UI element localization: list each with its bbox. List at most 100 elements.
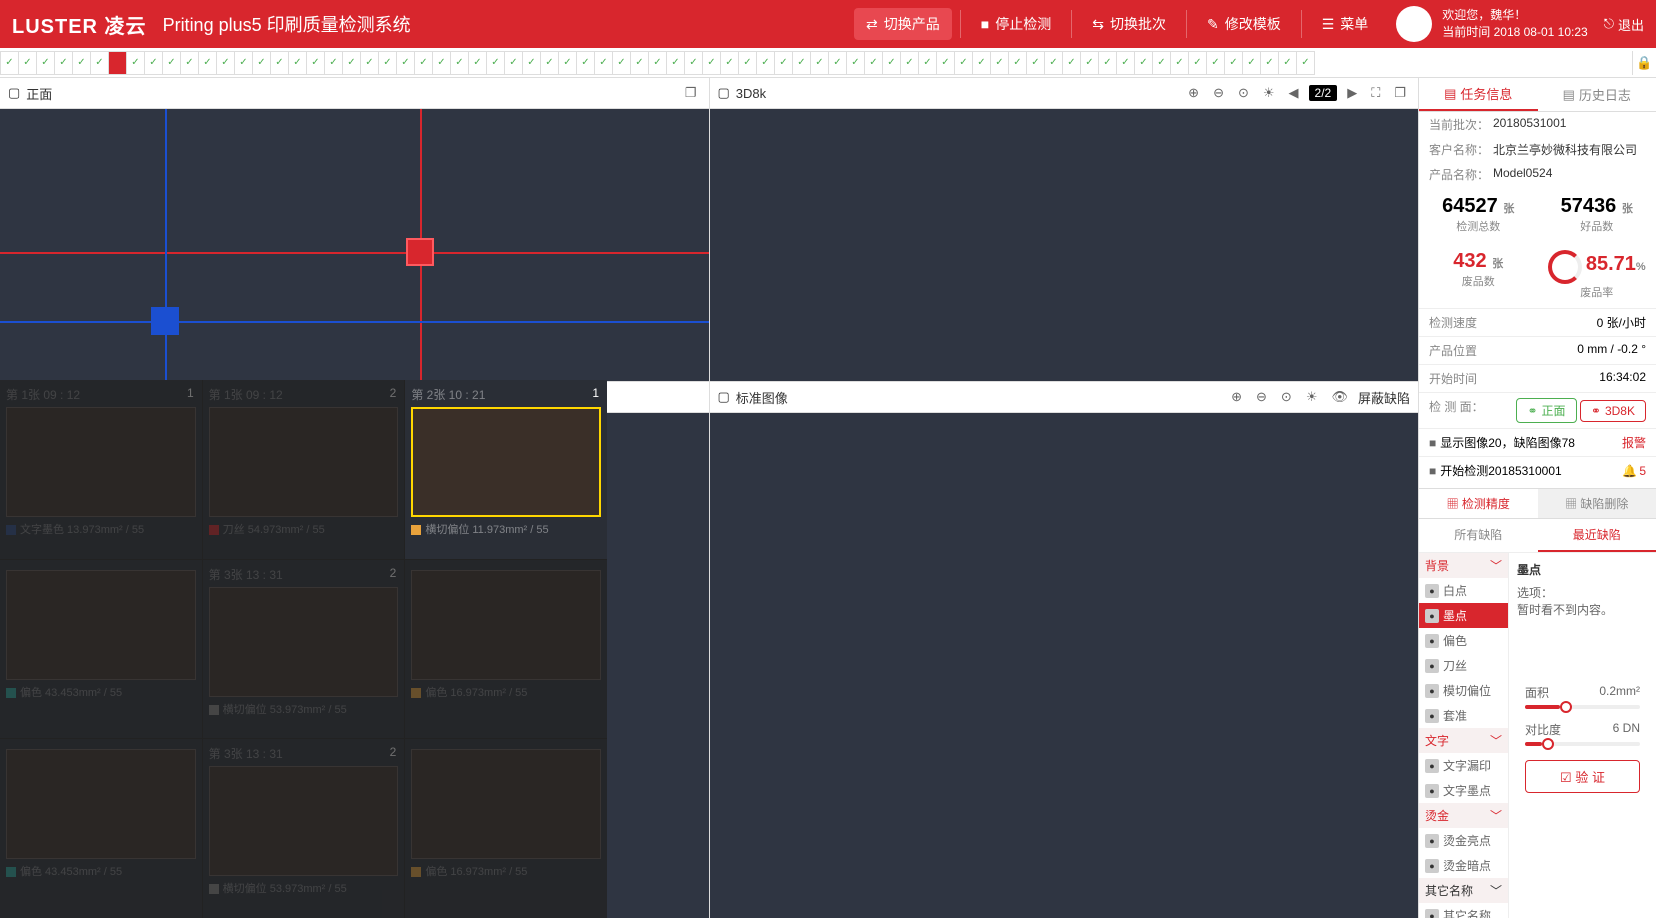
status-tick[interactable]: ✓ <box>648 51 667 75</box>
status-tick[interactable]: ✓ <box>36 51 55 75</box>
marker-blue[interactable] <box>151 307 179 335</box>
mask-defect-label[interactable]: 屏蔽缺陷 <box>1358 388 1410 407</box>
subtab-recent-defects[interactable]: 最近缺陷 <box>1538 519 1656 552</box>
status-tick[interactable]: ✓ <box>702 51 721 75</box>
prev-icon[interactable]: ◀ <box>1285 83 1303 103</box>
status-tick[interactable]: ✓ <box>270 51 289 75</box>
status-tick[interactable]: ✓ <box>918 51 937 75</box>
status-tick[interactable]: ✓ <box>396 51 415 75</box>
status-tick[interactable]: ✓ <box>954 51 973 75</box>
status-tick[interactable]: ✓ <box>162 51 181 75</box>
status-tick[interactable]: ✓ <box>324 51 343 75</box>
zoom-in-icon[interactable]: ⊕ <box>1184 83 1203 103</box>
zoom-reset-icon[interactable]: ⊙ <box>1277 387 1296 407</box>
defect-thumb[interactable]: 偏色 16.973mm² / 55 <box>405 739 607 918</box>
status-tick[interactable]: ✓ <box>990 51 1009 75</box>
defect-thumb[interactable]: 第 3张 13 : 312横切偏位 53.973mm² / 55 <box>203 739 405 918</box>
subtab-precision[interactable]: ▦ 检测精度 <box>1419 489 1538 518</box>
defect-item[interactable]: ●烫金亮点 <box>1419 828 1508 853</box>
status-tick[interactable]: ✓ <box>342 51 361 75</box>
status-tick[interactable]: ✓ <box>972 51 991 75</box>
status-tick[interactable]: ✓ <box>1188 51 1207 75</box>
fullscreen-icon[interactable]: ⛶ <box>1367 83 1384 103</box>
defect-group[interactable]: 背景﹀ <box>1419 553 1508 578</box>
defect-group[interactable]: 文字﹀ <box>1419 728 1508 753</box>
status-tick[interactable]: ✓ <box>126 51 145 75</box>
status-tick[interactable]: ✓ <box>594 51 613 75</box>
status-tick[interactable]: ✓ <box>1224 51 1243 75</box>
exit-button[interactable]: ⎋退出 <box>1604 15 1644 34</box>
standard-canvas[interactable] <box>710 413 1419 918</box>
defect-item[interactable]: ●烫金暗点 <box>1419 853 1508 878</box>
defect-item[interactable]: ●文字漏印 <box>1419 753 1508 778</box>
defect-thumb[interactable]: 偏色 43.453mm² / 55 <box>0 739 202 918</box>
status-tick[interactable]: ✓ <box>1242 51 1261 75</box>
defect-item[interactable]: ●白点 <box>1419 578 1508 603</box>
defect-group[interactable]: 烫金﹀ <box>1419 803 1508 828</box>
zoom-out-icon[interactable]: ⊖ <box>1209 83 1228 103</box>
defect-item[interactable]: ●其它名称 <box>1419 903 1508 918</box>
status-tick[interactable]: ✓ <box>882 51 901 75</box>
status-tick[interactable]: ✓ <box>576 51 595 75</box>
status-tick[interactable]: ✓ <box>504 51 523 75</box>
status-tick[interactable]: ✓ <box>666 51 685 75</box>
status-tick[interactable]: ✓ <box>774 51 793 75</box>
zoom-out-icon[interactable]: ⊖ <box>1252 387 1271 407</box>
modify-template-button[interactable]: ✎修改模板 <box>1195 8 1293 40</box>
status-tick[interactable]: ✓ <box>216 51 235 75</box>
brightness-icon[interactable]: ☀ <box>1259 83 1279 103</box>
status-tick[interactable]: ✓ <box>720 51 739 75</box>
status-tick[interactable]: ✓ <box>1260 51 1279 75</box>
defect-thumb[interactable]: 第 1张 09 : 122刀丝 54.973mm² / 55 <box>203 380 405 559</box>
status-tick[interactable]: ✓ <box>1206 51 1225 75</box>
status-tick[interactable]: ✓ <box>468 51 487 75</box>
status-tick[interactable]: ✓ <box>180 51 199 75</box>
brightness-icon[interactable]: ☀ <box>1302 387 1322 407</box>
status-tick[interactable]: ✓ <box>1116 51 1135 75</box>
status-tick[interactable]: ✓ <box>1044 51 1063 75</box>
status-tick[interactable]: ✓ <box>522 51 541 75</box>
defect-item[interactable]: ●偏色 <box>1419 628 1508 653</box>
defect-thumb[interactable]: 偏色 43.453mm² / 55 <box>0 560 202 739</box>
tab-history-log[interactable]: ▤历史日志 <box>1538 78 1656 111</box>
status-tick[interactable]: ✓ <box>1062 51 1081 75</box>
marker-red[interactable] <box>406 238 434 266</box>
status-tick[interactable]: ✓ <box>756 51 775 75</box>
status-tick[interactable]: ✓ <box>18 51 37 75</box>
zoom-reset-icon[interactable]: ⊙ <box>1234 83 1253 103</box>
status-tick[interactable]: ✓ <box>0 51 19 75</box>
status-tick[interactable]: ✓ <box>144 51 163 75</box>
status-tick[interactable]: ✓ <box>1080 51 1099 75</box>
menu-button[interactable]: ☰菜单 <box>1310 8 1381 40</box>
status-tick[interactable]: ✓ <box>828 51 847 75</box>
status-tick[interactable]: ✓ <box>558 51 577 75</box>
defect-thumb[interactable]: 第 2张 10 : 211横切偏位 11.973mm² / 55 <box>405 380 607 559</box>
defect-item[interactable]: ●墨点 <box>1419 603 1508 628</box>
defect-thumb[interactable]: 第 3张 13 : 312横切偏位 53.973mm² / 55 <box>203 560 405 739</box>
status-tick[interactable]: ✓ <box>90 51 109 75</box>
status-tick[interactable]: ✓ <box>1134 51 1153 75</box>
status-tick[interactable]: ✓ <box>198 51 217 75</box>
status-tick[interactable]: ✓ <box>846 51 865 75</box>
status-tick[interactable]: ✓ <box>864 51 883 75</box>
status-tick[interactable]: ✓ <box>900 51 919 75</box>
verify-button[interactable]: ☑ 验 证 <box>1525 760 1640 793</box>
status-tick[interactable]: ✓ <box>684 51 703 75</box>
status-tick[interactable]: ✓ <box>252 51 271 75</box>
status-tick[interactable]: ✓ <box>936 51 955 75</box>
status-tick[interactable]: ✓ <box>738 51 757 75</box>
view3d-canvas[interactable] <box>710 109 1419 381</box>
status-tick[interactable]: ✓ <box>612 51 631 75</box>
status-tick[interactable]: ✓ <box>1296 51 1315 75</box>
status-tick[interactable] <box>108 51 127 75</box>
defect-item[interactable]: ●套准 <box>1419 703 1508 728</box>
tab-task-info[interactable]: ▤任务信息 <box>1419 78 1538 111</box>
front-canvas[interactable] <box>0 109 709 381</box>
status-tick[interactable]: ✓ <box>378 51 397 75</box>
defect-item[interactable]: ●模切偏位 <box>1419 678 1508 703</box>
switch-product-button[interactable]: ⇄切换产品 <box>854 8 952 40</box>
status-tick[interactable]: ✓ <box>288 51 307 75</box>
status-tick[interactable]: ✓ <box>234 51 253 75</box>
status-tick[interactable]: ✓ <box>1098 51 1117 75</box>
status-tick[interactable]: ✓ <box>414 51 433 75</box>
